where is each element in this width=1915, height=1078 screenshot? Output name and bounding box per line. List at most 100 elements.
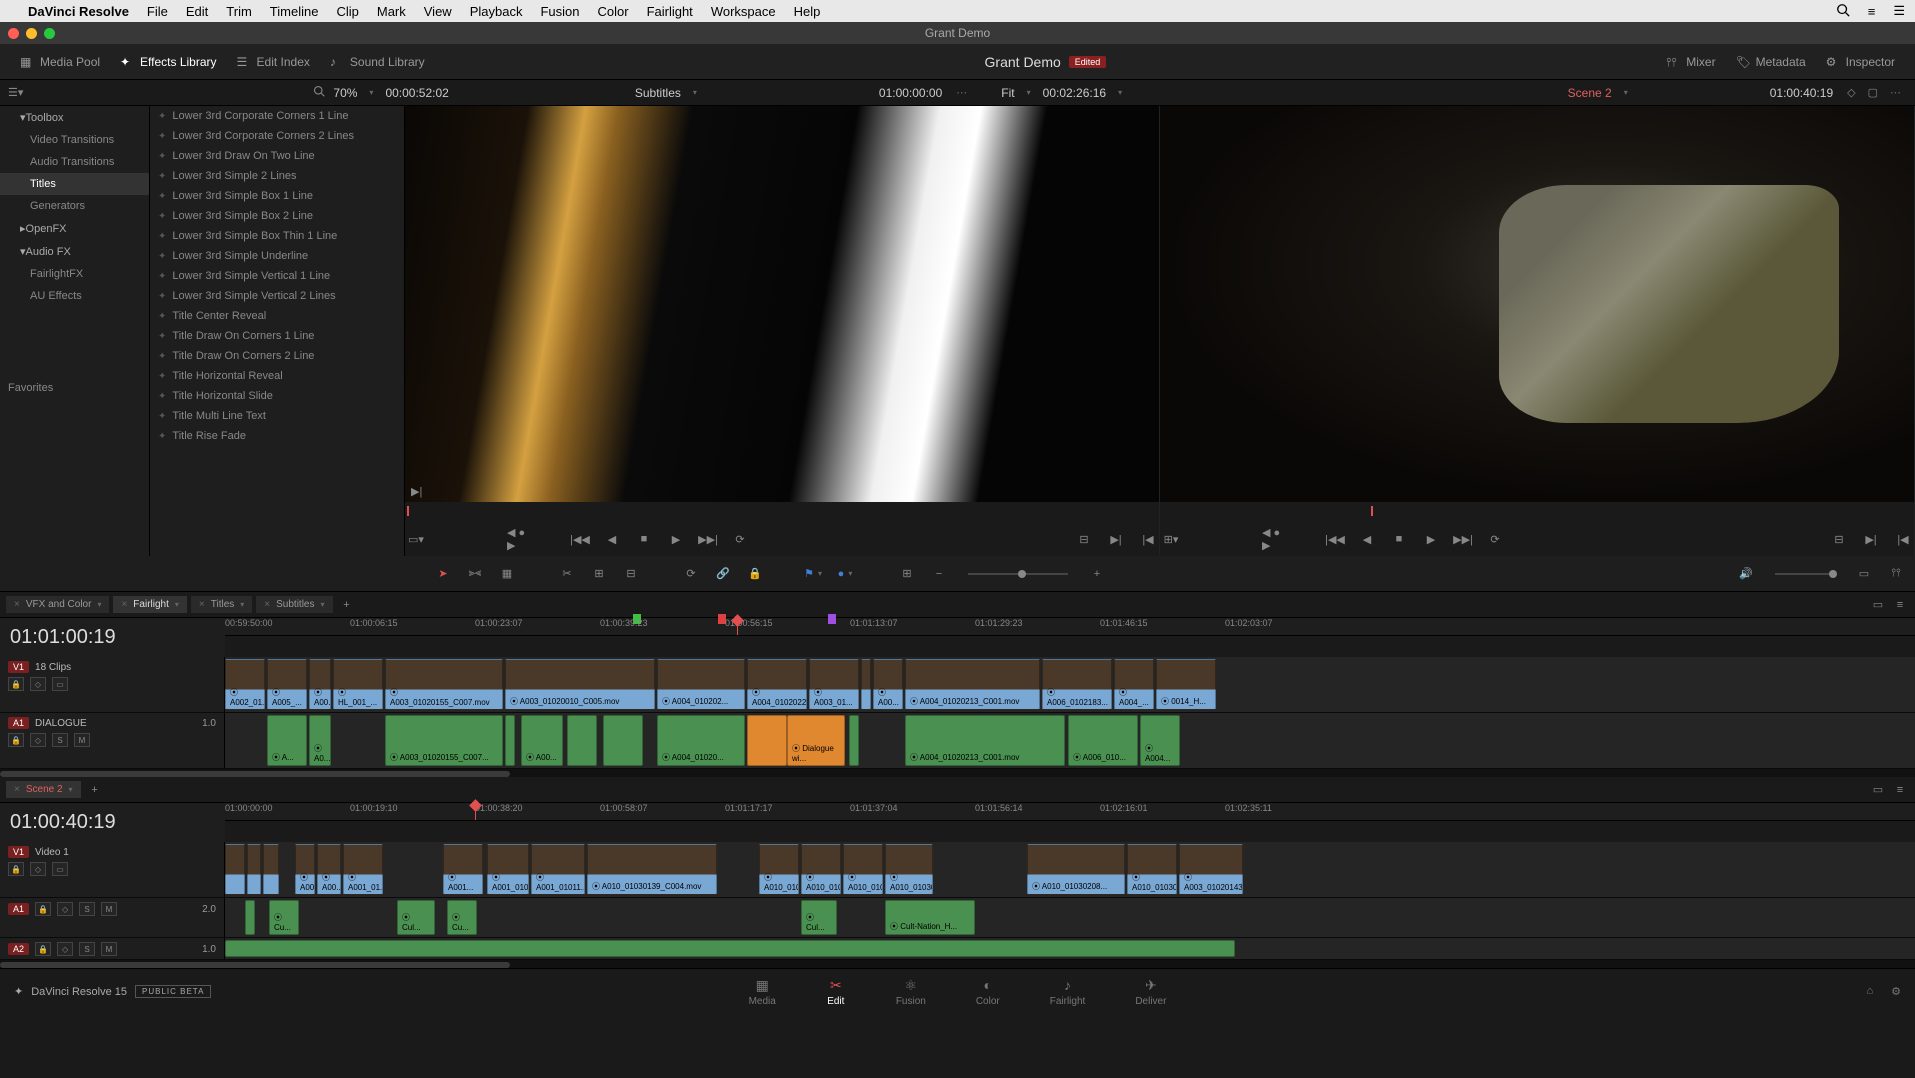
timeline-clip[interactable] xyxy=(747,715,787,766)
zoom-out-icon[interactable]: − xyxy=(930,565,948,583)
timeline-stacked-icon[interactable]: ≡ xyxy=(1891,596,1909,614)
effect-item[interactable]: ✦Lower 3rd Simple Underline xyxy=(150,246,404,266)
mixer-button[interactable]: ⫯⫯Mixer xyxy=(1656,51,1725,73)
effect-item[interactable]: ✦Lower 3rd Simple 2 Lines xyxy=(150,166,404,186)
timeline-upper-ruler[interactable]: 00:59:50:0001:00:06:1501:00:23:0701:00:3… xyxy=(225,618,1915,636)
timeline-clip[interactable]: ⦿ A004_... xyxy=(1114,659,1154,710)
menu-fusion[interactable]: Fusion xyxy=(540,4,579,19)
tab-scene-2[interactable]: ×Scene 2▾ xyxy=(6,781,81,798)
effect-item[interactable]: ✦Lower 3rd Draw On Two Line xyxy=(150,146,404,166)
source-replace-icon[interactable]: |◀ xyxy=(1137,528,1159,550)
timeline-clip[interactable]: ⦿ A010_01030Z... xyxy=(885,844,933,895)
tab-fairlight[interactable]: ×Fairlight▾ xyxy=(113,596,186,613)
program-first-icon[interactable]: |◀◀ xyxy=(1324,528,1346,550)
source-loop-icon[interactable]: ⟳ xyxy=(729,528,751,550)
home-icon[interactable]: ⌂ xyxy=(1866,985,1873,998)
program-fit-caret[interactable]: ▾ xyxy=(1023,88,1035,97)
timeline-clip[interactable]: ⦿ A003_01020143... xyxy=(1179,844,1243,895)
effect-item[interactable]: ✦Lower 3rd Simple Box 2 Line xyxy=(150,206,404,226)
timeline-clip[interactable] xyxy=(849,715,859,766)
sidebar-video-transitions[interactable]: Video Transitions xyxy=(0,129,149,151)
add-tab-lower-icon[interactable]: + xyxy=(85,784,105,796)
track-la1-mute-icon[interactable]: M xyxy=(101,902,117,916)
page-color[interactable]: ◐Color xyxy=(976,976,1000,1007)
track-upper-v1-lane[interactable]: ⦿ A002_01...⦿ A005_...⦿ A00...⦿ HL_001_.… xyxy=(225,657,1915,712)
timeline-clip[interactable]: ⦿ Cu... xyxy=(447,900,477,935)
timeline-clip[interactable]: ⦿ A010_01030... xyxy=(801,844,841,895)
track-auto-select-a1-icon[interactable]: ◇ xyxy=(30,733,46,747)
timeline-clip[interactable]: ⦿ A003_01020010_C005.mov xyxy=(505,659,655,710)
effect-item[interactable]: ✦Title Horizontal Slide xyxy=(150,386,404,406)
effect-item[interactable]: ✦Title Rise Fade xyxy=(150,426,404,446)
zoom-in-icon[interactable]: + xyxy=(1088,565,1106,583)
tab-titles[interactable]: ×Titles▾ xyxy=(191,596,252,613)
notification-icon[interactable]: ☰ xyxy=(1893,3,1905,19)
timeline-clip[interactable]: ⦿ Cul... xyxy=(801,900,837,935)
track-la2-solo-icon[interactable]: S xyxy=(79,942,95,956)
timeline-clip[interactable] xyxy=(861,659,871,710)
source-overwrite-icon[interactable]: ▶| xyxy=(1105,528,1127,550)
menu-view[interactable]: View xyxy=(424,4,452,19)
program-loop-icon[interactable]: ⟳ xyxy=(1484,528,1506,550)
close-window-icon[interactable] xyxy=(8,28,19,39)
timeline-clip[interactable]: ⦿ A001... xyxy=(443,844,483,895)
timeline-clip[interactable]: ⦿ A00... xyxy=(873,659,903,710)
timeline-clip[interactable]: ⦿ A00... xyxy=(521,715,563,766)
program-match-frame-icon[interactable]: ◀ ● ▶ xyxy=(1262,528,1284,550)
timeline-clip[interactable]: ⦿ Cult-Nation_H... xyxy=(885,900,975,935)
source-first-icon[interactable]: |◀◀ xyxy=(569,528,591,550)
track-lv1-view-icon[interactable]: ▭ xyxy=(52,862,68,876)
track-la2-auto-icon[interactable]: ◇ xyxy=(57,942,73,956)
source-zoom-caret[interactable]: ▾ xyxy=(365,88,377,97)
timeline-clip[interactable]: ⦿ A004_01020225... xyxy=(747,659,807,710)
replace-clip-icon[interactable]: ⟳ xyxy=(682,565,700,583)
search-icon[interactable] xyxy=(1836,3,1850,20)
menu-help[interactable]: Help xyxy=(794,4,821,19)
effect-item[interactable]: ✦Lower 3rd Simple Box 1 Line xyxy=(150,186,404,206)
dynamic-trim-icon[interactable]: ▦ xyxy=(498,565,516,583)
overwrite-clip-icon[interactable]: ⊟ xyxy=(622,565,640,583)
menu-timeline[interactable]: Timeline xyxy=(270,4,319,19)
program-stop-icon[interactable]: ■ xyxy=(1388,528,1410,550)
timeline-clip[interactable]: ⦿ HL_001_... xyxy=(333,659,383,710)
timeline-lower-view-icon[interactable]: ▭ xyxy=(1869,781,1887,799)
effect-item[interactable]: ✦Lower 3rd Corporate Corners 2 Lines xyxy=(150,126,404,146)
timeline-clip[interactable] xyxy=(247,844,261,895)
program-scrubber[interactable] xyxy=(1160,502,1914,522)
track-lower-a1-lane[interactable]: ⦿ Cu...⦿ Cul...⦿ Cu...⦿ Cul...⦿ Cult-Nat… xyxy=(225,898,1915,937)
source-prev-icon[interactable]: ◀ xyxy=(601,528,623,550)
link-icon[interactable]: 🔗 xyxy=(714,565,732,583)
source-search-icon[interactable] xyxy=(313,85,325,100)
timeline-clip[interactable]: ⦿ A00... xyxy=(309,659,331,710)
project-settings-icon[interactable]: ⚙ xyxy=(1891,985,1901,998)
track-la2-lock-icon[interactable]: 🔒 xyxy=(35,942,51,956)
effects-library-button[interactable]: ✦Effects Library xyxy=(110,51,226,73)
blade-tool-icon[interactable]: ✂ xyxy=(558,565,576,583)
effects-list[interactable]: ✦Lower 3rd Corporate Corners 1 Line✦Lowe… xyxy=(150,106,405,556)
effect-item[interactable]: ✦Title Center Reveal xyxy=(150,306,404,326)
track-upper-a1-lane[interactable]: ⦿ A...⦿ A0...⦿ A003_01020155_C007...⦿ A0… xyxy=(225,713,1915,768)
program-out-icon[interactable]: ⊟ xyxy=(1828,528,1850,550)
app-name-menu[interactable]: DaVinci Resolve xyxy=(28,4,129,19)
menu-file[interactable]: File xyxy=(147,4,168,19)
timeline-clip[interactable]: ⦿ 0014_H... xyxy=(1156,659,1216,710)
timeline-clip[interactable] xyxy=(603,715,643,766)
insert-clip-icon[interactable]: ⊞ xyxy=(590,565,608,583)
sidebar-openfx[interactable]: ▸ OpenFX xyxy=(0,217,149,240)
program-last-icon[interactable]: ▶▶| xyxy=(1452,528,1474,550)
timeline-clip[interactable]: ⦿ A00... xyxy=(317,844,341,895)
marker-icon[interactable]: ●▾ xyxy=(838,565,856,583)
timeline-clip[interactable]: ⦿ A001_01011... xyxy=(531,844,585,895)
minimize-window-icon[interactable] xyxy=(26,28,37,39)
playhead-upper[interactable] xyxy=(737,618,738,635)
track-la1-auto-icon[interactable]: ◇ xyxy=(57,902,73,916)
menu-clip[interactable]: Clip xyxy=(336,4,358,19)
timeline-clip[interactable]: ⦿ A010_01030Z... xyxy=(1127,844,1177,895)
timeline-clip[interactable]: ⦿ A006_0102183... xyxy=(1042,659,1112,710)
scrollbar-upper[interactable] xyxy=(0,771,510,777)
timeline-clip[interactable] xyxy=(225,940,1235,957)
menu-trim[interactable]: Trim xyxy=(226,4,252,19)
next-clip-icon[interactable]: ▶| xyxy=(411,485,422,498)
program-scene-caret[interactable]: ▾ xyxy=(1620,88,1632,97)
track-lower-a2-lane[interactable] xyxy=(225,938,1915,959)
